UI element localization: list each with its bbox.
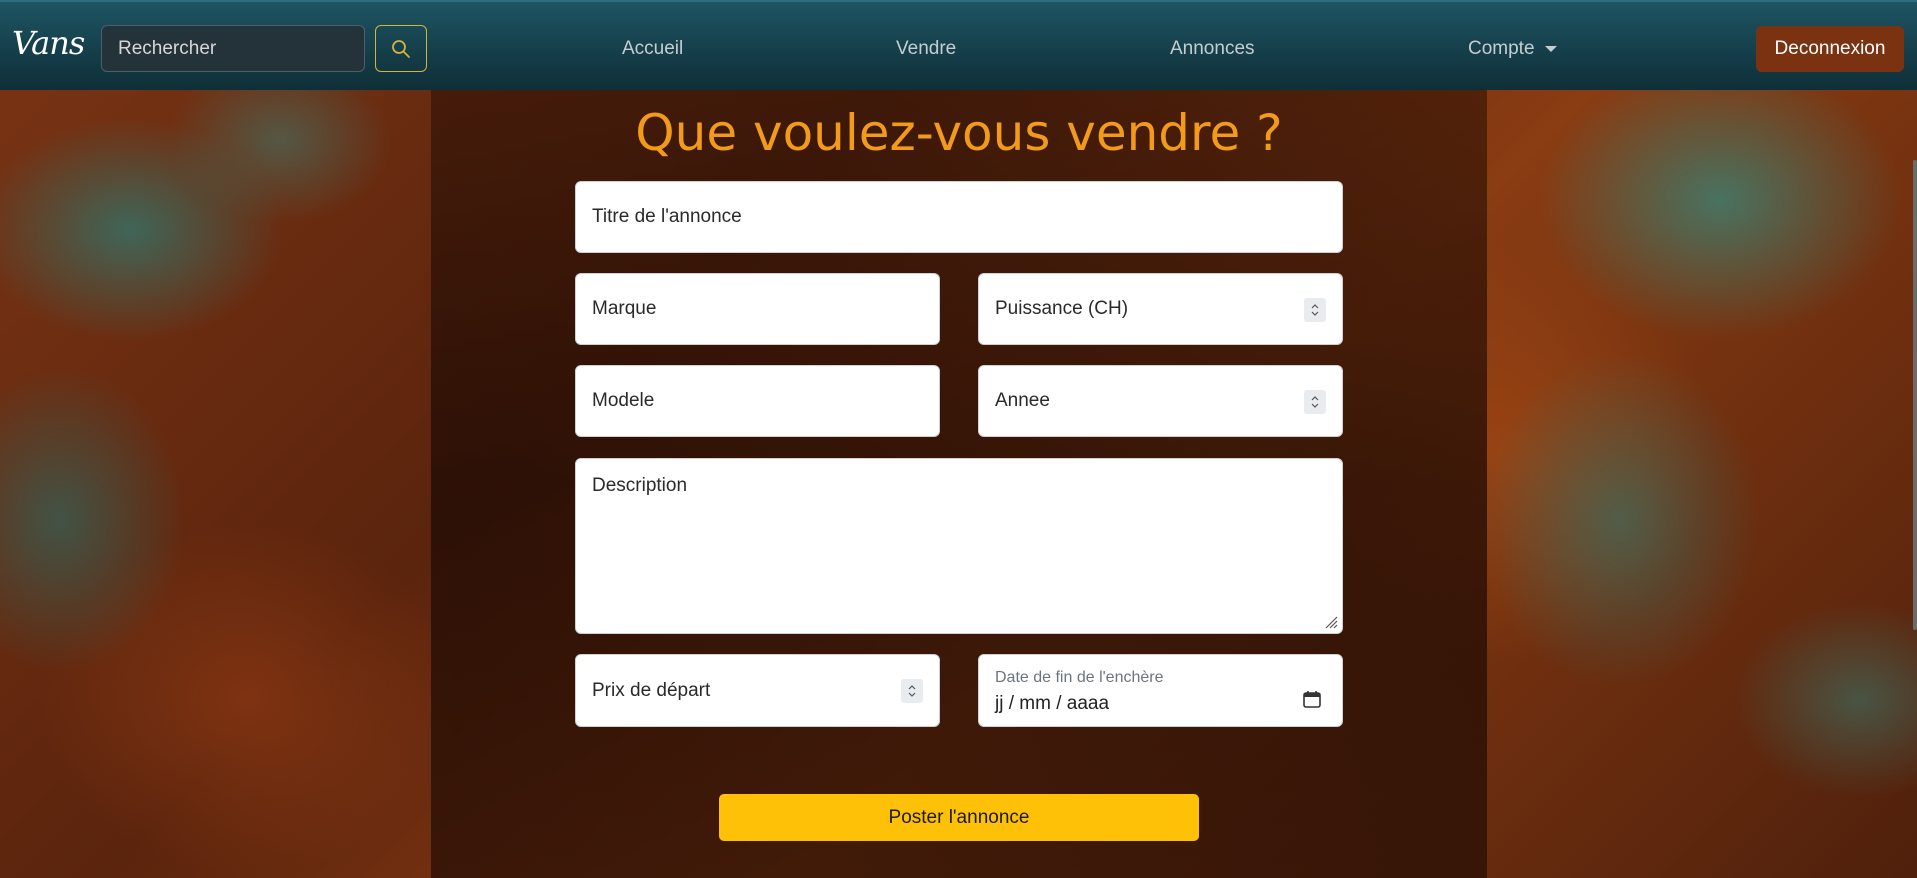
start-price-input[interactable] xyxy=(575,654,940,727)
description-textarea[interactable] xyxy=(575,458,1343,634)
navbar: Vans Accueil Vendre Annonces Compte Deco… xyxy=(0,0,1917,90)
caret-down-icon xyxy=(1544,45,1557,52)
page-scrollbar[interactable] xyxy=(1913,160,1917,630)
listing-title-input[interactable] xyxy=(575,181,1343,253)
search-input[interactable] xyxy=(101,25,365,72)
power-stepper[interactable] xyxy=(1304,298,1326,322)
stepper-arrows-icon xyxy=(1311,396,1319,408)
brand-logo[interactable]: Vans xyxy=(12,24,85,62)
search-icon xyxy=(392,39,410,58)
nav-link-sell[interactable]: Vendre xyxy=(896,38,956,60)
auction-end-date-field[interactable]: Date de fin de l'enchère jj / mm / aaaa xyxy=(978,654,1343,727)
logout-button[interactable]: Deconnexion xyxy=(1756,26,1904,72)
resize-grip-icon[interactable] xyxy=(1324,615,1338,629)
brand-input[interactable] xyxy=(575,273,940,345)
year-stepper[interactable] xyxy=(1304,390,1326,414)
model-input[interactable] xyxy=(575,365,940,437)
power-input[interactable] xyxy=(978,273,1343,345)
stepper-arrows-icon xyxy=(908,685,916,697)
page-title: Que voulez-vous vendre ? xyxy=(635,104,1283,162)
year-input[interactable] xyxy=(978,365,1343,437)
post-listing-button[interactable]: Poster l'annonce xyxy=(719,794,1199,841)
nav-link-listings[interactable]: Annonces xyxy=(1170,38,1255,60)
stepper-arrows-icon xyxy=(1311,304,1319,316)
calendar-icon[interactable] xyxy=(1302,689,1322,709)
nav-dropdown-account[interactable]: Compte xyxy=(1468,38,1557,60)
price-stepper[interactable] xyxy=(901,679,923,703)
nav-link-home[interactable]: Accueil xyxy=(622,38,683,60)
auction-end-date-label: Date de fin de l'enchère xyxy=(995,669,1164,686)
nav-dropdown-account-label: Compte xyxy=(1468,38,1535,59)
search-button[interactable] xyxy=(375,25,427,72)
auction-end-date-value[interactable]: jj / mm / aaaa xyxy=(995,693,1109,715)
